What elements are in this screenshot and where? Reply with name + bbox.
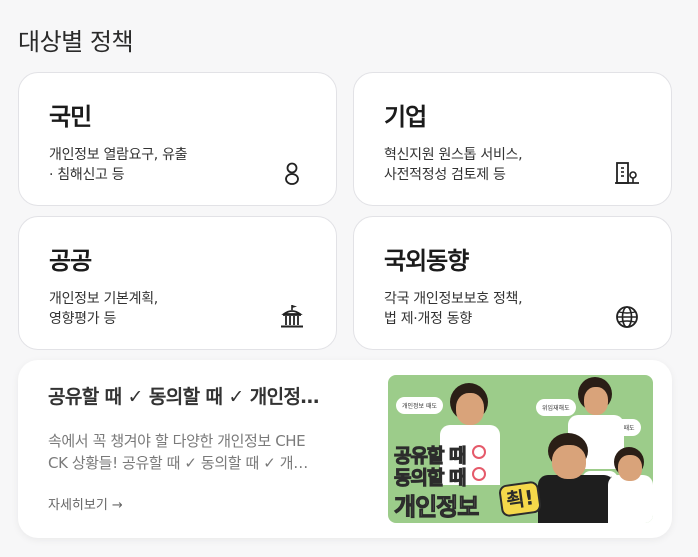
- person-figure: [584, 387, 608, 415]
- card-desc-line: 혁신지원 원스톱 서비스,: [384, 147, 523, 163]
- check-icon: [472, 445, 486, 459]
- thumbnail-sticker: 쵝!: [497, 480, 543, 518]
- card-description: 각국 개인정보보호 정책, 법 제·개정 동향: [384, 289, 604, 329]
- feature-title[interactable]: 공유할 때 ✓ 동의할 때 ✓ 개인정…: [48, 382, 353, 409]
- card-desc-line: 사전적정성 검토제 등: [384, 167, 506, 183]
- card-description: 혁신지원 원스톱 서비스, 사전적정성 검토제 등: [384, 145, 604, 185]
- feature-description: 속에서 꼭 챙겨야 할 다양한 개인정보 CHE CK 상황들! 공유할 때 ✓…: [48, 430, 353, 474]
- feature-desc-line: CK 상황들! 공유할 때 ✓ 동의할 때 ✓ 개…: [48, 454, 308, 472]
- page-title: 대상별 정책: [18, 28, 134, 56]
- policy-card-citizens[interactable]: 국민 개인정보 열람요구, 유출 · 침해신고 등: [18, 72, 337, 206]
- person-figure: [538, 475, 614, 523]
- person-figure: [456, 393, 484, 425]
- card-description: 개인정보 기본계획, 영향평가 등: [49, 289, 269, 329]
- globe-icon: [616, 306, 638, 328]
- government-icon: [281, 305, 303, 328]
- check-icon: [472, 467, 486, 481]
- policy-card-international[interactable]: 국외동향 각국 개인정보보호 정책, 법 제·개정 동향: [353, 216, 672, 350]
- feature-desc-line: 속에서 꼭 챙겨야 할 다양한 개인정보 CHE: [48, 432, 306, 450]
- policy-card-public[interactable]: 공공 개인정보 기본계획, 영향평가 등: [18, 216, 337, 350]
- person-icon: [285, 162, 299, 185]
- person-figure: [608, 475, 653, 523]
- card-description: 개인정보 열람요구, 유출 · 침해신고 등: [49, 145, 269, 185]
- card-title: 국외동향: [384, 247, 469, 275]
- card-desc-line: 법 제·개정 동향: [384, 311, 472, 327]
- card-desc-line: 개인정보 기본계획,: [49, 291, 158, 307]
- thumbnail-bubble: 위임재해도: [536, 399, 576, 416]
- thumbnail-headline: 개인정보: [393, 493, 479, 522]
- featured-content-card[interactable]: 공유할 때 ✓ 동의할 때 ✓ 개인정… 속에서 꼭 챙겨야 할 다양한 개인정…: [18, 360, 672, 538]
- card-title: 국민: [49, 103, 92, 131]
- building-icon: [615, 162, 639, 184]
- read-more-link[interactable]: 자세히보기 →: [48, 494, 123, 513]
- card-title: 공공: [49, 247, 92, 275]
- card-desc-line: 각국 개인정보보호 정책,: [384, 291, 523, 307]
- card-desc-line: 개인정보 열람요구, 유출: [49, 147, 188, 163]
- feature-thumbnail[interactable]: 개인정보 때도 위임재해도 SNS할 때도 쇼핑할 때 공유할 때 동의할 때 …: [388, 375, 653, 523]
- card-desc-line: · 침해신고 등: [49, 167, 125, 183]
- card-desc-line: 영향평가 등: [49, 311, 117, 327]
- person-figure: [618, 455, 642, 481]
- policy-card-companies[interactable]: 기업 혁신지원 원스톱 서비스, 사전적정성 검토제 등: [353, 72, 672, 206]
- person-figure: [552, 445, 586, 479]
- thumbnail-bubble: 개인정보 때도: [396, 397, 444, 414]
- card-title: 기업: [384, 103, 427, 131]
- thumbnail-headline: 동의할 때: [394, 467, 468, 490]
